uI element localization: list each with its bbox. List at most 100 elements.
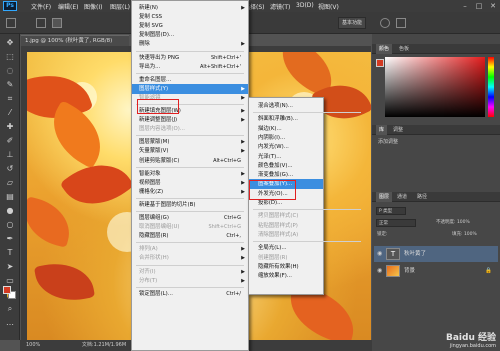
menu-item[interactable]: 隐藏图层(R) Ctrl+, (132, 231, 248, 241)
workspace-icon[interactable] (396, 18, 406, 28)
layer-row-text[interactable]: ◉ T 秋叶黄了 (374, 246, 498, 262)
menu-separator (136, 197, 244, 199)
eye-icon[interactable]: ◉ (377, 250, 382, 258)
eye-icon[interactable]: ◉ (377, 267, 382, 275)
menu-item-label: 隐藏图层(R) (139, 233, 169, 240)
crop-tool-icon[interactable]: ⌗ (3, 93, 17, 104)
layer-name: 背景 (404, 268, 416, 274)
hue-slider[interactable] (488, 57, 494, 117)
menu-item-label: 矢量蒙版(V) (139, 148, 169, 155)
more-tools-icon[interactable]: … (3, 317, 17, 328)
shape-tool-icon[interactable]: ▭ (3, 275, 17, 286)
menu-item[interactable]: 导出为... Alt+Shift+Ctrl+' (132, 62, 248, 72)
layer-kind-filter[interactable]: P 类型 (376, 207, 406, 215)
lasso-tool-icon[interactable]: ◌ (3, 65, 17, 76)
blend-mode-select[interactable]: 正常 (376, 219, 416, 227)
menu-item-label: 导出为... (139, 63, 161, 70)
search-icon[interactable] (380, 18, 390, 28)
menu-1[interactable]: 编辑(E) (58, 2, 78, 11)
color-panel-foreground[interactable] (376, 59, 384, 67)
tab-layers[interactable]: 图层 (376, 192, 393, 202)
brush-tool-icon[interactable]: ✐ (3, 135, 17, 146)
menu-item-label: 渐变叠加(G)... (258, 172, 294, 179)
menu-item-label: 清除图层样式(A) (258, 231, 299, 238)
menu-item-label: 锁定图层(L)... (139, 290, 173, 297)
tab-channels[interactable]: 通道 (394, 192, 410, 202)
transform-controls-icon[interactable] (52, 18, 62, 28)
type-tool-icon[interactable]: T (3, 247, 17, 258)
move-tool-icon[interactable] (6, 18, 16, 28)
menu-item-shortcut: Alt+Shift+Ctrl+' (200, 63, 241, 70)
menu-0[interactable]: 文件(F) (31, 2, 51, 11)
highlight-box-pattern-overlay (249, 180, 296, 200)
tab-swatches[interactable]: 色板 (396, 44, 412, 54)
menu-2[interactable]: 图像(I) (84, 2, 102, 11)
eraser-tool-icon[interactable]: ▱ (3, 177, 17, 188)
tab-color[interactable]: 颜色 (376, 44, 393, 54)
menu-item[interactable]: 栅格化(Z) ▶ (132, 187, 248, 197)
autumn-leaf (33, 257, 96, 307)
library-panel-tabs: 库 调整 (372, 125, 500, 135)
menu-6[interactable]: 滤镜(T) (270, 2, 290, 11)
menu-8[interactable]: 视图(V) (318, 2, 339, 11)
menu-item[interactable]: 删除 ▶ (132, 39, 248, 49)
menu-item-label: 图层内容选项(O)... (139, 126, 185, 133)
menu-item-label: 视频图层 (139, 179, 161, 186)
autumn-leaf (27, 196, 77, 248)
essentials-button[interactable]: 基本功能 (338, 17, 367, 29)
tab-adjustments[interactable]: 调整 (390, 125, 406, 135)
zoom-level[interactable]: 100% (26, 342, 40, 348)
zoom-tool-icon[interactable]: ⌕ (3, 303, 17, 314)
watermark-main: Baidu 经验 (445, 333, 496, 343)
baidu-watermark: Baidu 经验 jingyan.baidu.com (446, 330, 496, 349)
tab-library[interactable]: 库 (376, 125, 388, 135)
stamp-tool-icon[interactable]: ⊥ (3, 149, 17, 160)
auto-select-checkbox[interactable] (36, 18, 46, 28)
menu-item[interactable]: 创建剪贴蒙版(C) Alt+Ctrl+G (132, 156, 248, 166)
menu-3[interactable]: 图层(L) (110, 2, 130, 11)
healing-brush-icon[interactable]: ✚ (3, 121, 17, 132)
pen-tool-icon[interactable]: ✒ (3, 233, 17, 244)
move-tool-icon[interactable]: ✥ (3, 37, 17, 48)
menu-item-label: 删除 (139, 41, 150, 48)
menu-item-label: 复制 SVG (139, 23, 163, 30)
fill-field[interactable]: 填充: 100% (452, 231, 477, 237)
color-panel-tabs: 颜色 色板 (372, 44, 500, 54)
tab-paths[interactable]: 路径 (414, 192, 430, 202)
menu-item[interactable]: 混合选项(N)... (249, 101, 323, 111)
history-brush-icon[interactable]: ↺ (3, 163, 17, 174)
minimize-icon[interactable]: – (458, 0, 472, 12)
foreground-color-swatch[interactable] (3, 286, 11, 294)
color-picker-field[interactable] (385, 57, 485, 117)
maximize-icon[interactable]: □ (472, 0, 486, 12)
close-icon[interactable]: ✕ (486, 0, 500, 12)
submenu-arrow-icon: ▶ (241, 94, 245, 101)
menu-item-label: 斜面和浮雕(B)... (258, 116, 298, 123)
menu-item-label: 复制图层(D)... (139, 32, 175, 39)
path-select-icon[interactable]: ➤ (3, 261, 17, 272)
menu-item-label: 图层蒙版(M) (139, 139, 170, 146)
document-info: 文档:1.21M/1.96M (81, 342, 127, 348)
menu-item-label: 合并形状(H) (139, 255, 169, 262)
menu-item-label: 对齐(I) (139, 268, 156, 275)
menu-item-label: 重命名图层... (139, 76, 172, 83)
dodge-tool-icon[interactable]: ○ (3, 219, 17, 230)
submenu-arrow-icon: ▶ (241, 277, 245, 284)
gradient-tool-icon[interactable]: ▤ (3, 191, 17, 202)
quick-select-tool-icon[interactable]: ✎ (3, 79, 17, 90)
menu-item-label: 快速导出为 PNG (139, 54, 180, 61)
opacity-field[interactable]: 不透明度: 100% (436, 219, 470, 225)
layer-row-background[interactable]: ◉ 背景 🔒 (374, 263, 498, 279)
menu-separator (136, 72, 244, 74)
menu-item[interactable]: 新建基于图层的切片(B) (132, 200, 248, 210)
menu-item-label: 光泽(T)... (258, 153, 282, 160)
submenu-arrow-icon: ▶ (241, 255, 245, 262)
eyedropper-tool-icon[interactable]: ⁄ (3, 107, 17, 118)
document-tab[interactable]: 1.jpg @ 100% (秋叶黄了, RGB/8) (21, 35, 129, 46)
menu-item[interactable]: 锁定图层(L)... Ctrl+/ (132, 289, 248, 299)
menu-item-label: 拷贝图层样式(C) (258, 213, 299, 220)
blur-tool-icon[interactable]: ● (3, 205, 17, 216)
menu-7[interactable]: 3D(D) (296, 2, 314, 9)
menu-item[interactable]: 缩放效果(F)... (249, 271, 323, 281)
marquee-tool-icon[interactable]: ⬚ (3, 51, 17, 62)
